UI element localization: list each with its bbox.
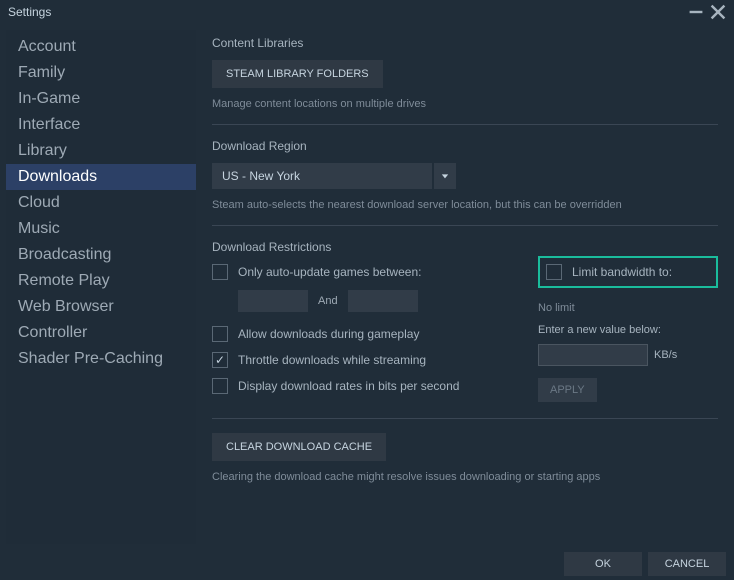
allow-gameplay-checkbox[interactable] [212,326,228,342]
auto-update-row: Only auto-update games between: [212,264,528,280]
and-label: And [318,295,338,307]
throttle-streaming-checkbox[interactable] [212,352,228,368]
sidebar-item-in-game[interactable]: In-Game [6,86,196,112]
download-region-select[interactable]: US - New York [212,163,718,189]
clear-cache-desc: Clearing the download cache might resolv… [212,471,718,483]
bits-per-second-label: Display download rates in bits per secon… [238,379,459,393]
sidebar-item-label: Controller [18,324,87,341]
settings-window: Settings Account Family In-Game Interfac… [0,0,734,580]
sidebar-item-downloads[interactable]: Downloads [6,164,196,190]
sidebar-item-label: In-Game [18,90,80,107]
sidebar-item-label: Music [18,220,60,237]
auto-update-label: Only auto-update games between: [238,265,421,279]
sidebar-item-label: Cloud [18,194,60,211]
clear-download-cache-button[interactable]: CLEAR DOWNLOAD CACHE [212,433,386,461]
sidebar-item-shader-pre-caching[interactable]: Shader Pre-Caching [6,346,196,372]
sidebar-item-label: Family [18,64,65,81]
sidebar-item-family[interactable]: Family [6,60,196,86]
window-title: Settings [8,5,682,19]
throttle-streaming-label: Throttle downloads while streaming [238,353,426,367]
allow-gameplay-row: Allow downloads during gameplay [212,326,528,342]
bandwidth-input-row: KB/s [538,344,718,366]
time-from-input[interactable] [238,290,308,312]
limit-bandwidth-row: Limit bandwidth to: [546,264,708,280]
download-region-value: US - New York [212,163,432,189]
bits-per-second-checkbox[interactable] [212,378,228,394]
footer: OK CANCEL [0,548,734,580]
bandwidth-input[interactable] [538,344,648,366]
no-limit-text: No limit [538,302,718,314]
download-restrictions-heading: Download Restrictions [212,240,718,254]
apply-button[interactable]: APPLY [538,378,597,402]
download-region-desc: Steam auto-selects the nearest download … [212,199,718,211]
limit-bandwidth-label: Limit bandwidth to: [572,265,672,279]
restrictions-right: Limit bandwidth to: No limit Enter a new… [538,264,718,404]
sidebar-item-controller[interactable]: Controller [6,320,196,346]
steam-library-folders-button[interactable]: STEAM LIBRARY FOLDERS [212,60,383,88]
bits-per-second-row: Display download rates in bits per secon… [212,378,528,394]
sidebar-item-account[interactable]: Account [6,34,196,60]
sidebar-item-label: Remote Play [18,272,110,289]
body: Account Family In-Game Interface Library… [0,24,734,544]
sidebar-item-label: Interface [18,116,80,133]
sidebar-item-cloud[interactable]: Cloud [6,190,196,216]
content-libraries-heading: Content Libraries [212,36,718,50]
ok-button[interactable]: OK [564,552,642,576]
divider [212,124,718,125]
sidebar-item-music[interactable]: Music [6,216,196,242]
allow-gameplay-label: Allow downloads during gameplay [238,327,419,341]
sidebar-item-label: Account [18,38,76,55]
sidebar-item-label: Shader Pre-Caching [18,350,163,367]
bandwidth-unit: KB/s [654,349,677,361]
sidebar-item-library[interactable]: Library [6,138,196,164]
titlebar: Settings [0,0,734,24]
cancel-button[interactable]: CANCEL [648,552,726,576]
divider [212,225,718,226]
throttle-streaming-row: Throttle downloads while streaming [212,352,528,368]
download-region-heading: Download Region [212,139,718,153]
sidebar-item-broadcasting[interactable]: Broadcasting [6,242,196,268]
sidebar-item-label: Broadcasting [18,246,111,263]
time-range: And [238,290,528,312]
sidebar-item-label: Web Browser [18,298,114,315]
restrictions-left: Only auto-update games between: And Allo… [212,264,528,404]
limit-bandwidth-highlight: Limit bandwidth to: [538,256,718,288]
limit-bandwidth-checkbox[interactable] [546,264,562,280]
main-panel: Content Libraries STEAM LIBRARY FOLDERS … [200,30,728,544]
sidebar-item-label: Downloads [18,168,97,185]
restrictions-area: Only auto-update games between: And Allo… [212,264,718,404]
content-libraries-desc: Manage content locations on multiple dri… [212,98,718,110]
sidebar-item-remote-play[interactable]: Remote Play [6,268,196,294]
close-icon[interactable] [710,4,726,20]
chevron-down-icon[interactable] [434,163,456,189]
divider [212,418,718,419]
auto-update-checkbox[interactable] [212,264,228,280]
sidebar-item-label: Library [18,142,67,159]
time-to-input[interactable] [348,290,418,312]
minimize-icon[interactable] [688,4,704,20]
sidebar-item-interface[interactable]: Interface [6,112,196,138]
sidebar-item-web-browser[interactable]: Web Browser [6,294,196,320]
sidebar: Account Family In-Game Interface Library… [6,30,196,544]
enter-value-label: Enter a new value below: [538,324,718,336]
